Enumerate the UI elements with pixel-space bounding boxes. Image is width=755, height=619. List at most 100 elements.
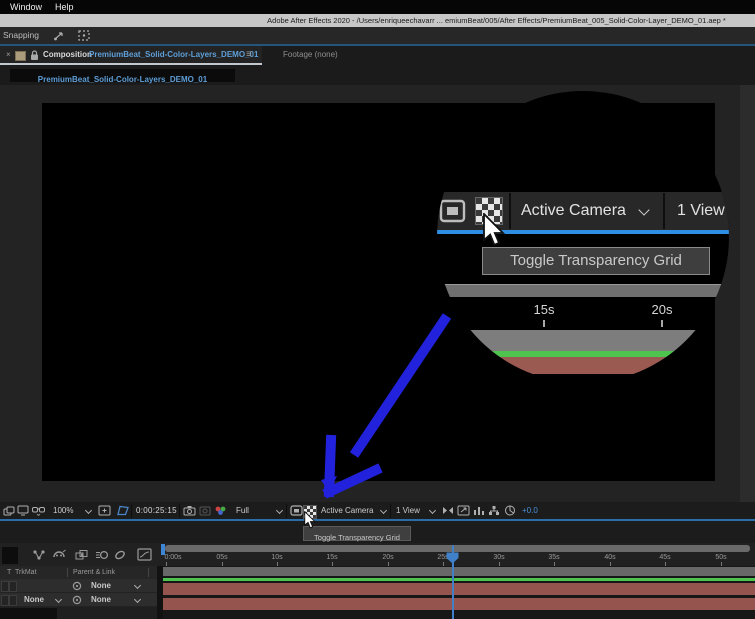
after-effects-window: Window Help Adobe After Effects 2020 - /…	[0, 0, 755, 619]
layer-columns-header: T TrkMat Parent & Link	[0, 566, 157, 579]
menu-window[interactable]: Window	[10, 0, 42, 14]
timeline-toolbar: 0:00s 05s 10s 15s 20s 25s 30s 35s 40s 45…	[0, 543, 755, 566]
parent-select[interactable]: None	[91, 579, 111, 592]
show-channels-icon[interactable]	[214, 505, 228, 516]
ruler-label: 45s	[659, 554, 671, 561]
separator	[286, 504, 287, 518]
region-of-interest-tool-icon[interactable]	[116, 505, 130, 516]
views-count-select[interactable]: 1 View	[677, 192, 725, 230]
magnified-workarea-bar	[437, 330, 729, 351]
tab-footage[interactable]: Footage (none)	[283, 46, 338, 64]
toggle-box[interactable]	[9, 581, 17, 592]
column-parent-link[interactable]: Parent & Link	[73, 566, 115, 579]
menu-help[interactable]: Help	[55, 0, 74, 14]
snap-marquee-icon[interactable]	[78, 30, 91, 41]
view-layout-select[interactable]: Active Camera	[321, 502, 373, 519]
exposure-value[interactable]: +0.0	[522, 502, 538, 519]
separator	[179, 504, 180, 518]
magnified-tooltip: Toggle Transparency Grid	[482, 247, 710, 275]
layer-duration-bar[interactable]	[163, 583, 755, 595]
column-t[interactable]: T	[7, 566, 11, 579]
trkmat-select[interactable]: None	[24, 593, 44, 606]
region-of-interest-icon[interactable]	[439, 199, 466, 223]
viewer-toolbar: 100% 0:00:25:15 Full Active Camera 1 Vie…	[0, 502, 755, 529]
tooltip: Toggle Transparency Grid	[303, 526, 411, 542]
frame-blend-icon[interactable]	[75, 549, 89, 561]
current-timecode[interactable]: 0:00:25:15	[136, 502, 177, 519]
ruler-label: 05s	[216, 554, 228, 561]
chevron-down-icon	[133, 595, 142, 604]
always-preview-icon[interactable]	[3, 506, 15, 516]
chevron-down-icon	[54, 595, 63, 604]
toggle-box[interactable]	[9, 595, 17, 606]
resolution-select[interactable]: Full	[236, 502, 249, 519]
chevron-down-icon	[133, 581, 142, 590]
ruler-label: 10s	[271, 554, 283, 561]
zoom-select[interactable]: 100%	[53, 502, 73, 519]
snap-angle-icon[interactable]	[53, 30, 66, 41]
menu-bar: Window Help	[0, 0, 755, 14]
monitor-icon[interactable]	[17, 505, 29, 516]
label-color-box[interactable]	[1, 595, 9, 606]
chevron-down-icon	[379, 506, 388, 515]
motion-blur-icon[interactable]	[95, 549, 109, 561]
magnified-red-layer-bar	[437, 357, 729, 374]
time-navigator-bar[interactable]	[165, 545, 750, 552]
brainstorm-icon[interactable]	[114, 549, 126, 561]
stereo-3d-glasses-icon[interactable]	[32, 505, 46, 516]
ruler-label: 30s	[493, 554, 505, 561]
window-title: Adobe After Effects 2020 - /Users/enriqu…	[267, 16, 726, 25]
exposure-icon[interactable]	[504, 505, 516, 516]
chevron-down-icon	[428, 506, 437, 515]
snapping-label: Snapping	[3, 30, 39, 40]
layer-row[interactable]: None	[0, 579, 157, 593]
close-icon[interactable]: ×	[6, 46, 11, 64]
lock-icon[interactable]	[30, 50, 39, 61]
layer-row[interactable]: None None	[0, 593, 157, 607]
ruler-label: 15s	[326, 554, 338, 561]
comp-mini-flowchart-icon[interactable]	[32, 549, 47, 561]
layer-duration-bar[interactable]	[163, 598, 755, 610]
viewer-tab-row: PremiumBeat_Solid-Color-Layers_DEMO_01	[0, 65, 755, 85]
chevron-down-icon	[275, 506, 284, 515]
view-layout-select[interactable]: Active Camera	[521, 192, 626, 230]
annotation-arrow	[321, 313, 452, 499]
region-of-interest-icon[interactable]	[290, 505, 303, 516]
timeline-graph-icon[interactable]	[473, 505, 485, 516]
work-area-bar[interactable]	[163, 567, 755, 576]
pickwhip-icon[interactable]	[72, 595, 82, 605]
pixel-aspect-correction-icon[interactable]	[442, 506, 454, 515]
safe-margins-icon[interactable]	[98, 505, 111, 516]
snapshot-camera-icon[interactable]	[183, 505, 196, 516]
tab-composition[interactable]: × Composition PremiumBeat_Solid-Color-La…	[0, 46, 262, 64]
panel-tab-row: × Composition PremiumBeat_Solid-Color-La…	[0, 46, 755, 65]
label-color-box[interactable]	[1, 581, 9, 592]
ruler-label: 40s	[604, 554, 616, 561]
column-trkmat[interactable]: TrkMat	[15, 566, 37, 579]
pickwhip-icon[interactable]	[72, 581, 82, 591]
panel-right-edge	[740, 85, 755, 502]
snapping-bar: Snapping	[0, 27, 755, 44]
shy-icon[interactable]	[52, 549, 67, 561]
ruler-tick	[661, 320, 663, 327]
viewer-tab[interactable]: PremiumBeat_Solid-Color-Layers_DEMO_01	[10, 69, 235, 84]
magnifier-inset: Active Camera 1 View Toggle Transparency…	[437, 91, 729, 383]
fast-previews-icon[interactable]	[457, 505, 470, 516]
show-snapshot-icon[interactable]	[199, 505, 211, 516]
views-count-select[interactable]: 1 View	[396, 502, 420, 519]
playhead-head[interactable]	[446, 552, 459, 564]
separator	[509, 193, 511, 229]
tab-composition-label: Composition	[43, 50, 92, 59]
separator	[390, 504, 391, 518]
tab-composition-name: PremiumBeat_Solid-Color-Layers_DEMO_01	[89, 50, 259, 59]
tooltip-strip: Toggle Transparency Grid	[0, 521, 755, 543]
viewer-tab-name: PremiumBeat_Solid-Color-Layers_DEMO_01	[37, 75, 208, 84]
comp-button-well[interactable]	[2, 547, 18, 564]
parent-select[interactable]: None	[91, 593, 111, 606]
mouse-cursor	[481, 213, 505, 247]
panel-menu-icon[interactable]: ≡	[246, 46, 252, 64]
ruler-label: 0:00s	[164, 554, 182, 561]
comp-flowchart-icon[interactable]	[488, 505, 500, 516]
magnified-ruler-label: 15s	[533, 302, 555, 317]
graph-editor-icon[interactable]	[137, 548, 152, 561]
